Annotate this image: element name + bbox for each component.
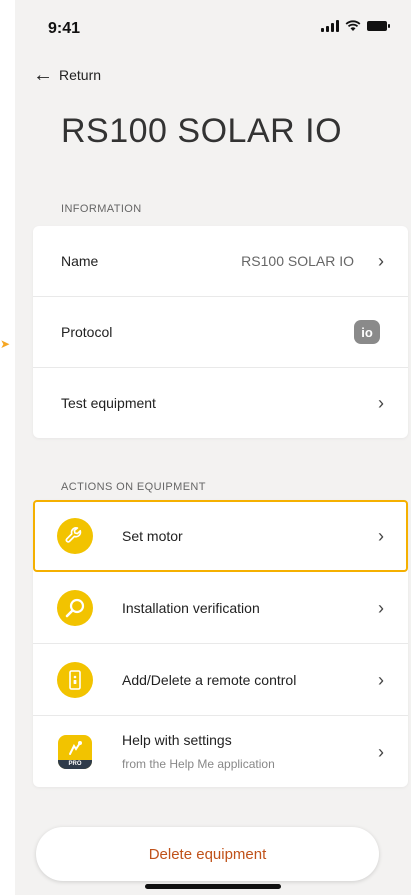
action-set-motor[interactable]: Set motor › [33,500,408,572]
signal-icon [321,20,339,32]
chevron-right-icon: › [378,393,384,413]
pointer-arrow-icon: ➤ [0,337,11,351]
action-sublabel: from the Help Me application [122,757,275,771]
battery-icon [367,21,390,31]
section-label-actions: ACTIONS ON EQUIPMENT [61,481,206,493]
page-title: RS100 SOLAR IO [61,112,343,150]
action-help-with-settings[interactable]: PRO Help with settings from the Help Me … [33,716,408,787]
actions-card: Set motor › Installation verification › [33,500,408,787]
back-label: Return [59,67,102,83]
status-icons [321,20,390,32]
row-protocol: Protocol io [33,297,408,368]
home-indicator [145,884,281,889]
row-label: Protocol [61,324,113,340]
action-label: Installation verification [122,599,260,616]
action-label: Set motor [122,527,183,544]
row-name[interactable]: Name RS100 SOLAR IO › [33,226,408,297]
back-button[interactable]: ← Return [33,64,102,86]
pro-badge: PRO [58,759,92,769]
chevron-right-icon: › [378,251,384,271]
section-label-information: INFORMATION [61,203,142,215]
io-protocol-icon: io [354,320,380,344]
action-label: Help with settings [122,732,232,748]
phone-screen: 9:41 ← Return RS100 SOLAR IO INFORMATION… [15,0,411,895]
row-label: Test equipment [61,395,156,411]
io-badge-text: io [361,324,373,340]
arrow-left-icon: ← [33,64,53,86]
action-installation-verification[interactable]: Installation verification › [33,572,408,644]
chevron-right-icon: › [378,525,384,546]
chevron-right-icon: › [378,597,384,618]
status-time: 9:41 [48,20,81,37]
remote-control-icon [57,661,93,698]
action-label: Add/Delete a remote control [122,671,297,688]
status-bar: 9:41 [15,0,411,50]
row-value: RS100 SOLAR IO [241,253,354,269]
row-label: Name [61,253,99,269]
information-card: Name RS100 SOLAR IO › Protocol io Test e… [33,226,408,438]
help-me-pro-icon: PRO [58,734,92,769]
wrench-icon [57,517,93,554]
wifi-icon [345,20,361,31]
row-test-equipment[interactable]: Test equipment › [33,368,408,438]
chevron-right-icon: › [378,669,384,690]
delete-equipment-button[interactable]: Delete equipment [36,827,379,881]
action-add-delete-remote[interactable]: Add/Delete a remote control › [33,644,408,716]
magnifier-icon [57,589,93,626]
chevron-right-icon: › [378,741,384,762]
